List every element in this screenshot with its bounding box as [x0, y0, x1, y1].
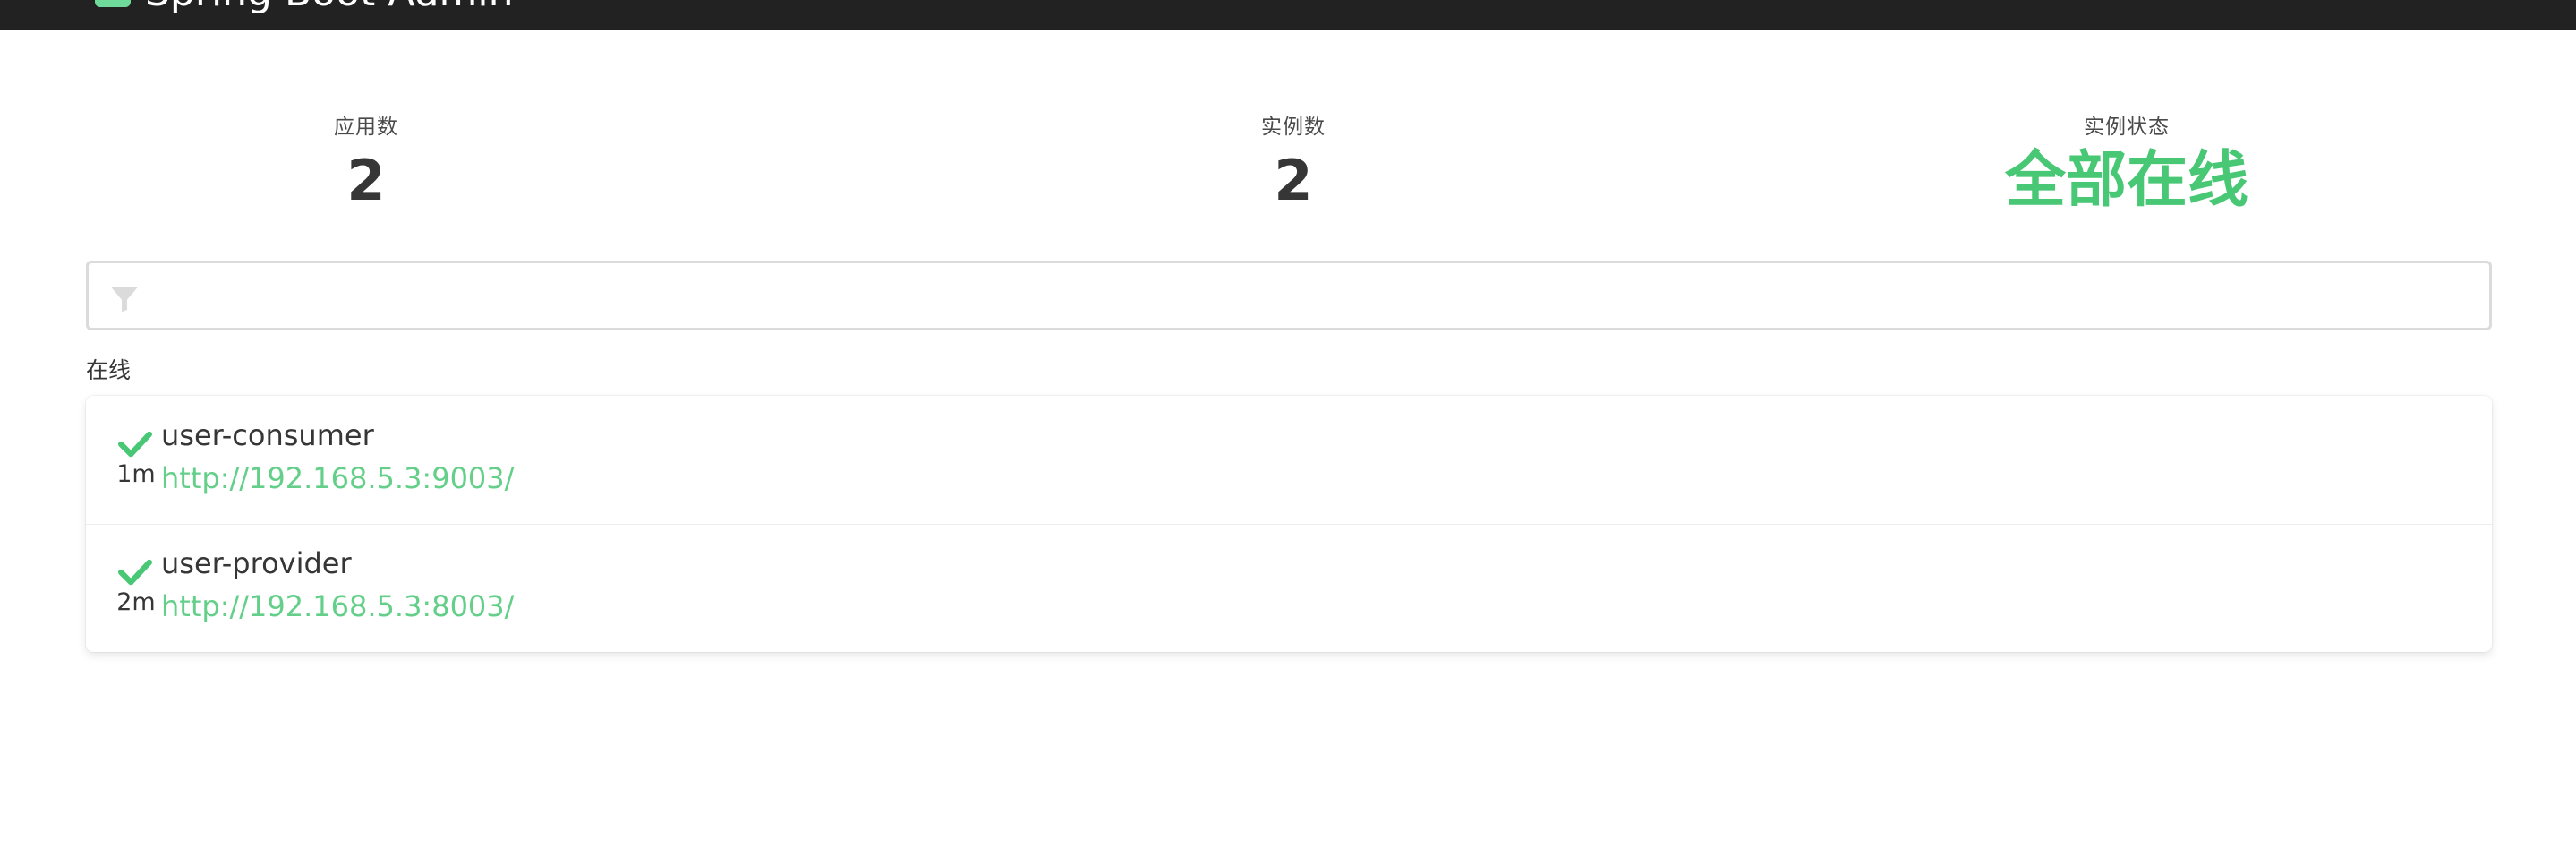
list-item[interactable]: 1m user-consumer http://192.168.5.3:9003…: [86, 396, 2492, 525]
uptime-label: 2m: [116, 588, 156, 616]
application-url-link[interactable]: http://192.168.5.3:9003/: [161, 459, 514, 498]
brand-title[interactable]: Spring Boot Admin: [145, 0, 513, 20]
stat-applications-value: 2: [346, 148, 386, 213]
application-name: user-provider: [161, 546, 352, 580]
check-icon: [118, 431, 152, 458]
application-url-link[interactable]: http://192.168.5.3:8003/: [161, 587, 514, 626]
stat-instance-status: 实例状态 全部在线: [1948, 109, 2306, 217]
stat-instance-status-label: 实例状态: [2084, 116, 2170, 139]
list-item[interactable]: 2m user-provider http://192.168.5.3:8003…: [86, 524, 2492, 652]
uptime-label: 1m: [116, 460, 156, 488]
stat-instance-status-value: 全部在线: [2004, 145, 2248, 216]
application-list: 1m user-consumer http://192.168.5.3:9003…: [86, 396, 2492, 652]
filter-input[interactable]: [160, 270, 2473, 322]
stat-instances-value: 2: [1274, 148, 1313, 213]
check-icon: [118, 559, 152, 586]
stat-applications-label: 应用数: [334, 116, 398, 139]
filter-box[interactable]: [86, 261, 2492, 330]
stat-applications: 应用数 2: [187, 109, 545, 217]
group-title-online: 在线: [86, 357, 132, 383]
stat-instances: 实例数 2: [1114, 109, 1472, 217]
stat-instances-label: 实例数: [1261, 116, 1326, 139]
top-navbar: Spring Boot Admin: [0, 0, 2576, 30]
application-name: user-consumer: [161, 418, 374, 452]
filter-icon: [111, 287, 138, 313]
app-logo-icon[interactable]: [95, 0, 131, 7]
stats-summary: 应用数 2 实例数 2 实例状态 全部在线: [86, 109, 2492, 235]
